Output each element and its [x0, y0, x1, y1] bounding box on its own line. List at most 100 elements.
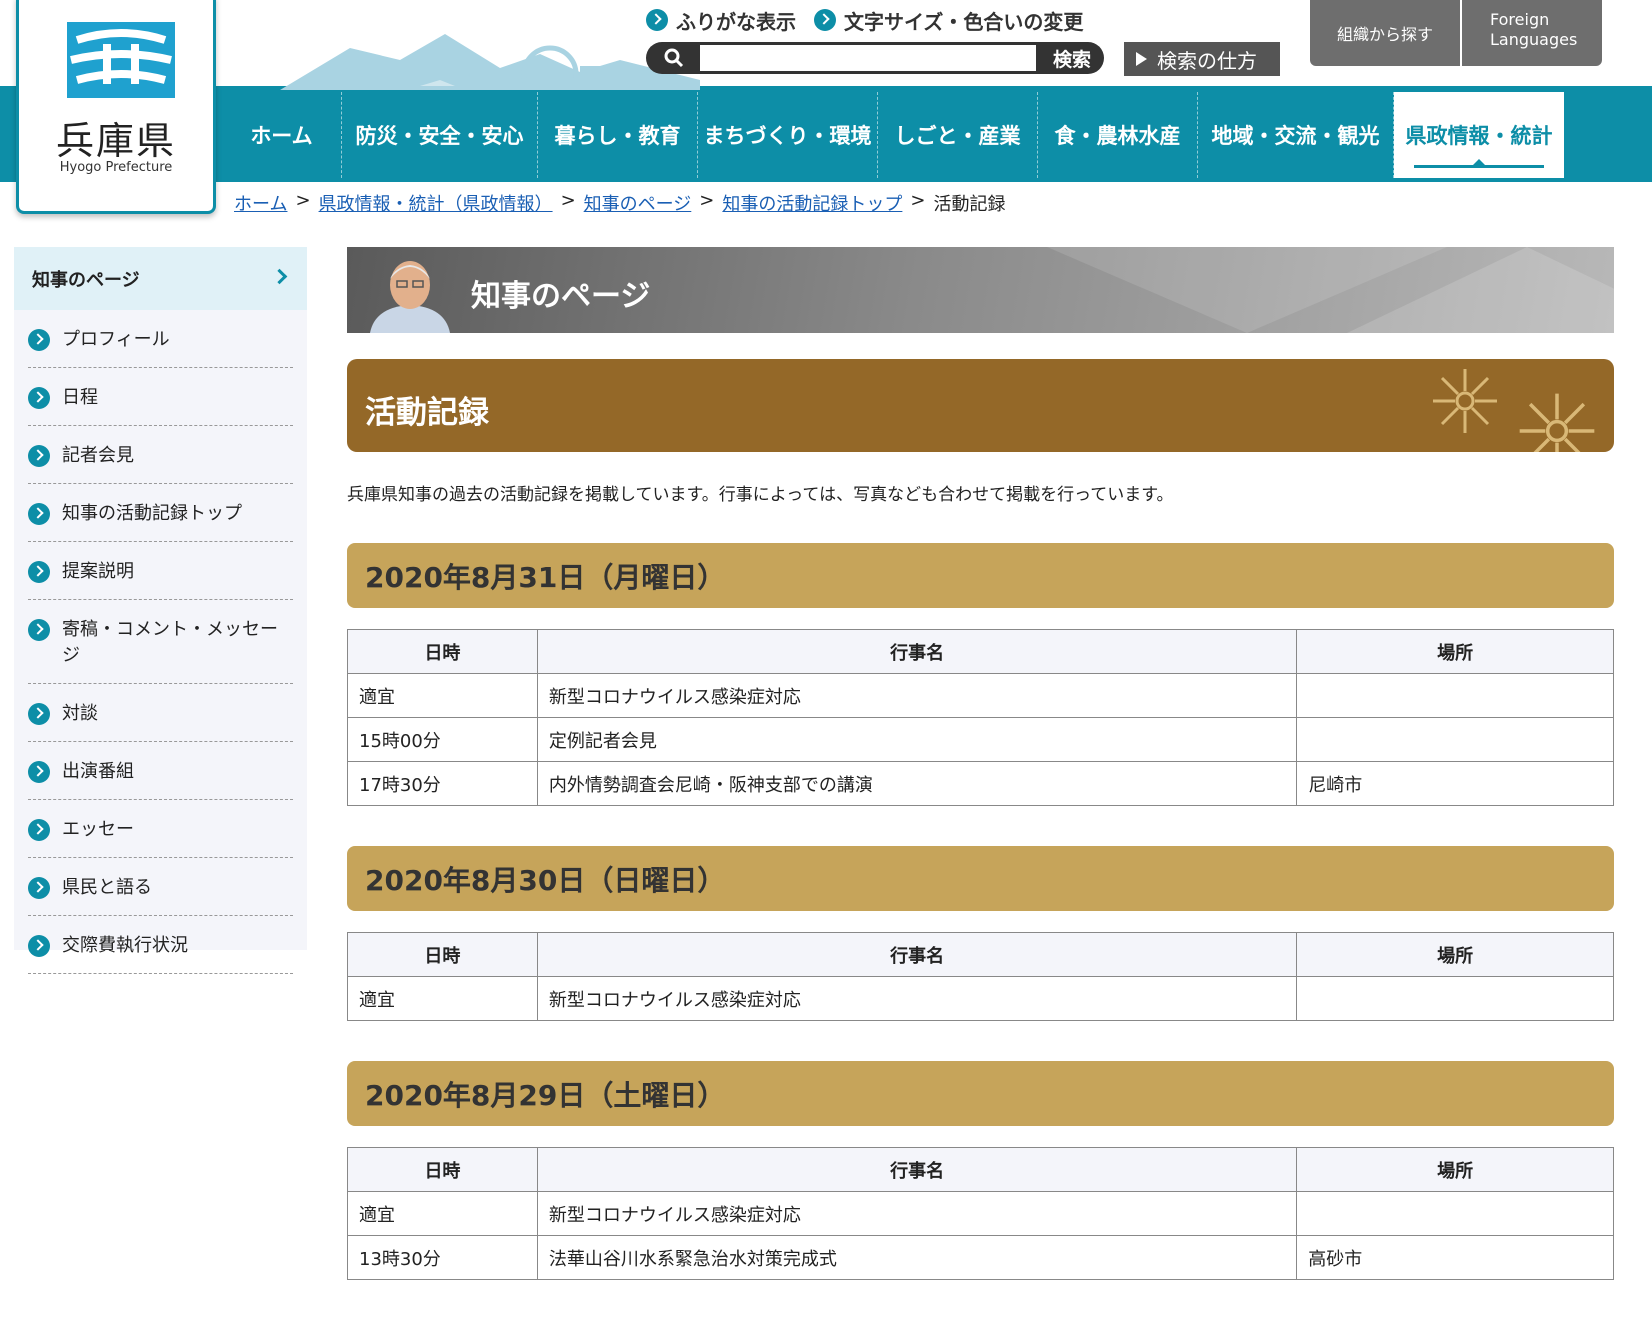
- font-size-label: 文字サイズ・色合いの変更: [844, 9, 1084, 34]
- sidebar-item-label: 記者会見: [62, 445, 134, 466]
- cell-event: 新型コロナウイルス感染症対応: [536, 1191, 1298, 1236]
- table-row: 17時30分 内外情勢調査会尼崎・阪神支部での講演 尼崎市: [347, 761, 1614, 806]
- cell-place: [1296, 717, 1614, 762]
- sidebar-item-talk-citizens[interactable]: 県民と語る: [28, 858, 293, 916]
- chevron-circle-icon: [814, 9, 836, 31]
- cell-place: 高砂市: [1296, 1235, 1614, 1280]
- table-row: 適宜 新型コロナウイルス感染症対応: [347, 1191, 1614, 1236]
- cell-event: 内外情勢調査会尼崎・阪神支部での講演: [536, 761, 1298, 806]
- chevron-right-icon: [271, 268, 288, 285]
- breadcrumb-prefectural-info[interactable]: 県政情報・統計（県政情報）: [319, 190, 553, 216]
- sidebar-item-programs[interactable]: 出演番組: [28, 742, 293, 800]
- breadcrumb: ホーム > 県政情報・統計（県政情報） > 知事のページ > 知事の活動記録トッ…: [234, 190, 1005, 216]
- header-event: 行事名: [536, 629, 1298, 674]
- sidebar-item-activity-top[interactable]: 知事の活動記録トップ: [28, 484, 293, 542]
- cell-time: 適宜: [347, 673, 538, 718]
- search-input[interactable]: [700, 45, 1036, 71]
- chevron-circle-icon: [28, 761, 50, 783]
- site-header: 兵庫県 Hyogo Prefecture ふりがな表示 文字サイズ・色合いの変更…: [0, 0, 1652, 214]
- table-row: 15時00分 定例記者会見: [347, 717, 1614, 762]
- nav-home[interactable]: ホーム: [222, 92, 342, 178]
- table-row: 適宜 新型コロナウイルス感染症対応: [347, 673, 1614, 718]
- sidebar-item-schedule[interactable]: 日程: [28, 368, 293, 426]
- chevron-circle-icon: [28, 877, 50, 899]
- logo[interactable]: 兵庫県 Hyogo Prefecture: [16, 0, 216, 214]
- breadcrumb-current: 活動記録: [933, 194, 1006, 215]
- header-place: 場所: [1296, 629, 1614, 674]
- sidebar-item-press[interactable]: 記者会見: [28, 426, 293, 484]
- nav-disaster-safety[interactable]: 防災・安全・安心: [342, 92, 538, 178]
- sidebar: 知事のページ プロフィール 日程 記者会見 知事の活動記録トップ 提案説明 寄稿…: [14, 247, 307, 974]
- breadcrumb-separator: >: [699, 190, 715, 211]
- chrysanthemum-icon: [1433, 369, 1497, 433]
- activity-table: 日時 行事名 場所 適宜 新型コロナウイルス感染症対応 13時30分 法華山谷川…: [347, 1147, 1614, 1280]
- day-heading: 2020年8月30日（日曜日）: [347, 846, 1614, 911]
- cell-place: [1296, 673, 1614, 718]
- nav-prefectural-info[interactable]: 県政情報・統計: [1394, 92, 1564, 178]
- sidebar-item-proposal[interactable]: 提案説明: [28, 542, 293, 600]
- header-event: 行事名: [536, 932, 1298, 977]
- cell-time: 適宜: [347, 976, 538, 1021]
- nav-work-industry[interactable]: しごと・産業: [878, 92, 1038, 178]
- governor-banner-title: 知事のページ: [471, 279, 651, 314]
- search-icon: [664, 48, 684, 68]
- search-button[interactable]: 検索: [1042, 44, 1102, 72]
- cell-time: 15時00分: [347, 717, 538, 762]
- governor-banner: 知事のページ: [347, 247, 1614, 333]
- chevron-circle-icon: [28, 387, 50, 409]
- sidebar-heading[interactable]: 知事のページ: [14, 247, 307, 310]
- font-size-link[interactable]: 文字サイズ・色合いの変更: [814, 6, 1083, 35]
- furigana-link[interactable]: ふりがな表示: [646, 6, 796, 35]
- nav-town-environment[interactable]: まちづくり・環境: [698, 92, 878, 178]
- search-howto-button[interactable]: 検索の仕方: [1124, 42, 1280, 76]
- landscape-illustration: [280, 34, 700, 90]
- sidebar-item-label: 寄稿・コメント・メッセージ: [62, 619, 278, 666]
- chevron-circle-icon: [28, 445, 50, 467]
- search-by-organization-button[interactable]: 組織から探す: [1310, 0, 1460, 66]
- header-time: 日時: [347, 932, 538, 977]
- day-section: 2020年8月29日（土曜日） 日時 行事名 場所 適宜 新型コロナウイルス感染…: [347, 1061, 1614, 1280]
- chevron-circle-icon: [28, 503, 50, 525]
- breadcrumb-governor-page[interactable]: 知事のページ: [584, 190, 692, 216]
- logo-text-jp: 兵庫県: [55, 119, 176, 163]
- chevron-circle-icon: [28, 619, 50, 641]
- sidebar-item-label: プロフィール: [62, 329, 170, 350]
- chevron-circle-icon: [28, 329, 50, 351]
- furigana-label: ふりがな表示: [676, 9, 796, 34]
- breadcrumb-home[interactable]: ホーム: [234, 190, 287, 216]
- sidebar-item-essay[interactable]: エッセー: [28, 800, 293, 858]
- chevron-circle-icon: [28, 703, 50, 725]
- intro-text: 兵庫県知事の過去の活動記録を掲載しています。行事によっては、写真なども合わせて掲…: [347, 485, 1174, 505]
- page-title: 活動記録: [365, 395, 489, 431]
- cell-time: 17時30分: [347, 761, 538, 806]
- cell-time: 13時30分: [347, 1235, 538, 1280]
- table-row: 適宜 新型コロナウイルス感染症対応: [347, 976, 1614, 1021]
- sidebar-item-profile[interactable]: プロフィール: [28, 310, 293, 368]
- logo-text-en: Hyogo Prefecture: [59, 160, 173, 175]
- search-howto-label: 検索の仕方: [1157, 48, 1257, 73]
- foreign-languages-button[interactable]: Foreign Languages: [1462, 0, 1602, 66]
- sidebar-item-dialogue[interactable]: 対談: [28, 684, 293, 742]
- nav-life-education[interactable]: 暮らし・教育: [538, 92, 698, 178]
- breadcrumb-activity-top[interactable]: 知事の活動記録トップ: [722, 190, 902, 216]
- sidebar-item-label: 交際費執行状況: [62, 935, 188, 956]
- cell-event: 新型コロナウイルス感染症対応: [536, 976, 1298, 1021]
- nav-food-agriculture[interactable]: 食・農林水産: [1038, 92, 1198, 178]
- header-time: 日時: [347, 629, 538, 674]
- breadcrumb-separator: >: [295, 190, 311, 211]
- sidebar-item-label: 日程: [62, 387, 98, 408]
- day-section: 2020年8月31日（月曜日） 日時 行事名 場所 適宜 新型コロナウイルス感染…: [347, 543, 1614, 806]
- cell-place: [1296, 1191, 1614, 1236]
- sidebar-item-expenses[interactable]: 交際費執行状況: [28, 916, 293, 974]
- governor-portrait-icon: [370, 261, 450, 333]
- cell-place: [1296, 976, 1614, 1021]
- nav-region-tourism[interactable]: 地域・交流・観光: [1198, 92, 1394, 178]
- foreign-languages-line1: Foreign: [1490, 10, 1550, 29]
- day-section: 2020年8月30日（日曜日） 日時 行事名 場所 適宜 新型コロナウイルス感染…: [347, 846, 1614, 1021]
- day-heading: 2020年8月29日（土曜日）: [347, 1061, 1614, 1126]
- sidebar-item-messages[interactable]: 寄稿・コメント・メッセージ: [28, 600, 293, 684]
- chevron-circle-icon: [28, 935, 50, 957]
- activity-table: 日時 行事名 場所 適宜 新型コロナウイルス感染症対応 15時00分 定例記者会…: [347, 629, 1614, 806]
- chevron-circle-icon: [646, 9, 668, 31]
- section-banner: 活動記録: [347, 359, 1614, 452]
